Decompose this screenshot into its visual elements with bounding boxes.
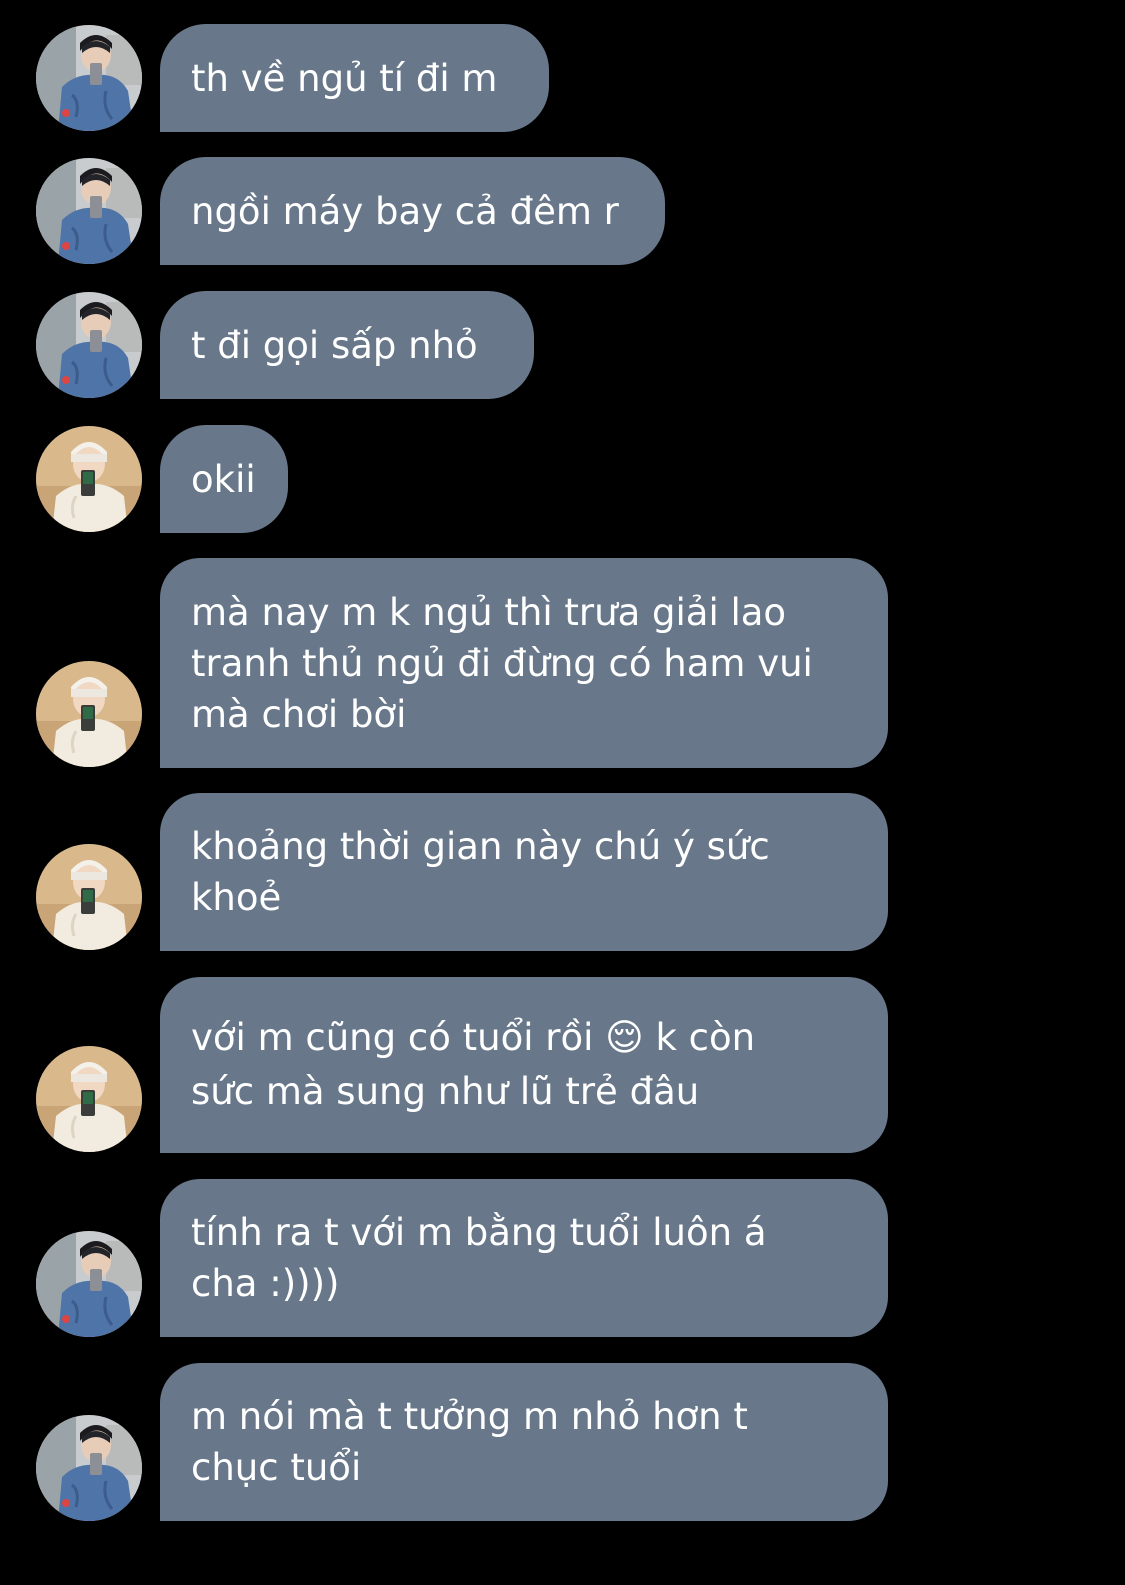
message-bubble[interactable]: ngồi máy bay cả đêm r <box>160 157 665 265</box>
message-text: th về ngủ tí đi m <box>191 56 498 100</box>
message-bubble[interactable]: m nói mà t tưởng m nhỏ hơn t chục tuổi <box>160 1363 888 1521</box>
message-row: mà nay m k ngủ thì trưa giải lao tranh t… <box>0 558 1125 768</box>
message-text: t đi gọi sấp nhỏ <box>191 323 478 367</box>
avatar-person-blue-jacket-icon <box>36 1415 142 1521</box>
chat-thread: th về ngủ tí đi m ngồi máy bay cả đêm r … <box>0 0 1125 1585</box>
avatar-person-blue-jacket-icon <box>36 292 142 398</box>
avatar[interactable] <box>36 661 142 767</box>
avatar[interactable] <box>36 25 142 131</box>
message-text: khoảng thời gian này chú ý sức khoẻ <box>191 825 770 919</box>
message-text: với m cũng có tuổi rồi 😌 k còn sức mà su… <box>191 1016 756 1113</box>
message-row: với m cũng có tuổi rồi 😌 k còn sức mà su… <box>0 977 1125 1153</box>
message-row: okii <box>0 425 1125 533</box>
avatar-person-blue-jacket-icon <box>36 158 142 264</box>
avatar-person-blue-jacket-icon <box>36 1231 142 1337</box>
avatar[interactable] <box>36 1046 142 1152</box>
message-bubble[interactable]: t đi gọi sấp nhỏ <box>160 291 534 399</box>
message-row: tính ra t với m bằng tuổi luôn á cha :))… <box>0 1179 1125 1337</box>
message-row: khoảng thời gian này chú ý sức khoẻ <box>0 793 1125 951</box>
message-text: okii <box>191 457 256 501</box>
message-text: mà nay m k ngủ thì trưa giải lao tranh t… <box>191 590 813 736</box>
avatar[interactable] <box>36 158 142 264</box>
message-text: tính ra t với m bằng tuổi luôn á cha :))… <box>191 1211 767 1305</box>
avatar[interactable] <box>36 292 142 398</box>
avatar-person-white-beanie-icon <box>36 844 142 950</box>
message-bubble[interactable]: với m cũng có tuổi rồi 😌 k còn sức mà su… <box>160 977 888 1153</box>
avatar[interactable] <box>36 844 142 950</box>
avatar-person-white-beanie-icon <box>36 426 142 532</box>
avatar[interactable] <box>36 1415 142 1521</box>
message-bubble[interactable]: tính ra t với m bằng tuổi luôn á cha :))… <box>160 1179 888 1337</box>
message-row: t đi gọi sấp nhỏ <box>0 291 1125 399</box>
avatar-person-blue-jacket-icon <box>36 25 142 131</box>
avatar-person-white-beanie-icon <box>36 1046 142 1152</box>
message-bubble[interactable]: mà nay m k ngủ thì trưa giải lao tranh t… <box>160 558 888 768</box>
message-row: m nói mà t tưởng m nhỏ hơn t chục tuổi <box>0 1363 1125 1521</box>
message-text: m nói mà t tưởng m nhỏ hơn t chục tuổi <box>191 1395 748 1489</box>
message-row: th về ngủ tí đi m <box>0 24 1125 132</box>
message-text: ngồi máy bay cả đêm r <box>191 189 619 233</box>
message-bubble[interactable]: th về ngủ tí đi m <box>160 24 549 132</box>
avatar-person-white-beanie-icon <box>36 661 142 767</box>
message-bubble[interactable]: khoảng thời gian này chú ý sức khoẻ <box>160 793 888 951</box>
message-row: ngồi máy bay cả đêm r <box>0 157 1125 265</box>
avatar[interactable] <box>36 426 142 532</box>
avatar[interactable] <box>36 1231 142 1337</box>
message-bubble[interactable]: okii <box>160 425 288 533</box>
